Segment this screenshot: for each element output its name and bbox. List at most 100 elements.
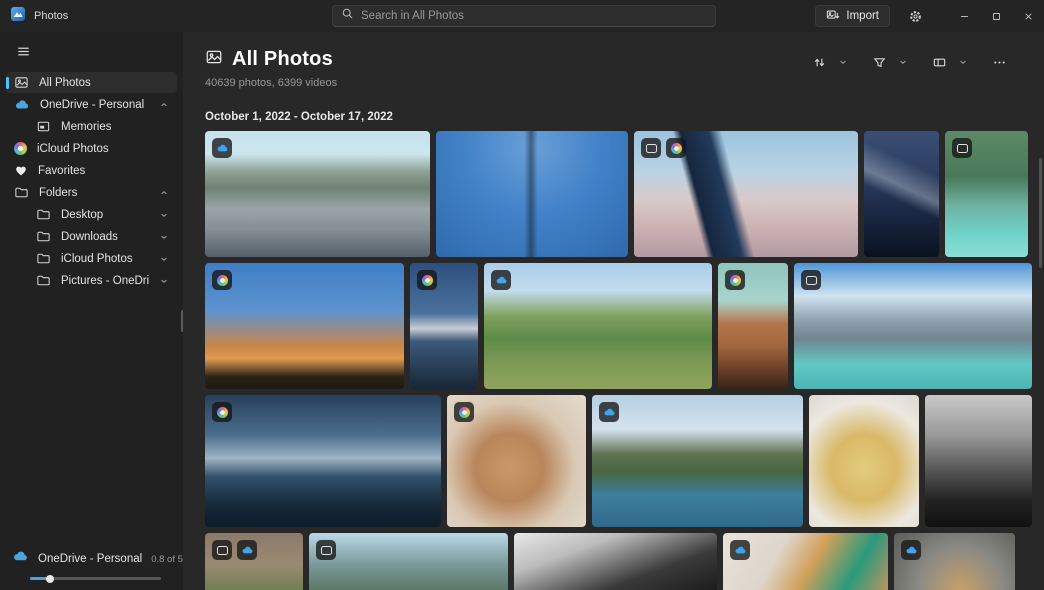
photo-tile-pie-and-latte[interactable] [723,533,888,590]
tile-badges [901,540,921,560]
menu-toggle-button[interactable] [8,38,38,64]
folder-icon [36,273,51,288]
frame-badge-icon [952,138,972,158]
maximize-button[interactable] [980,0,1012,32]
onedrive-badge-icon [599,402,619,422]
photo-tile-carousel-ride-blue-sky[interactable] [436,131,628,257]
storage-progress-fill [30,577,51,580]
photo-tile-puppy-autumn-leaves[interactable] [894,533,1015,590]
chevron-up-icon[interactable] [159,100,177,110]
tile-badges [599,402,619,422]
chevron-down-icon[interactable] [159,276,177,286]
tile-badges [491,270,511,290]
tile-badges [801,270,821,290]
main-content: All Photos 40639 photos, 6399 videos Oct… [183,32,1044,590]
onedrive-badge-icon [212,138,232,158]
chevron-up-icon[interactable] [159,188,177,198]
photo-tile-desert-cliff-shadow[interactable] [718,263,788,389]
storage-progress-track [30,577,161,580]
photo-tile-houseplant-shelf[interactable] [205,533,303,590]
layout-chevron-icon[interactable] [952,50,974,74]
tile-badges [212,138,232,158]
sidebar-item-desktop[interactable]: Desktop [6,204,177,225]
tile-badges [641,138,686,158]
frame-badge-icon [212,540,232,560]
sidebar-item-favorites[interactable]: Favorites [6,160,177,181]
sidebar-item-label: OneDrive - Personal [40,99,144,111]
photo-tile-harbor-sails-night[interactable] [205,395,441,527]
filter-button[interactable] [868,50,890,74]
frame-badge-icon [316,540,336,560]
sidebar-item-onedrive-personal[interactable]: OneDrive - Personal [6,94,177,115]
sidebar-item-icloud-photos[interactable]: iCloud Photos [6,138,177,159]
more-options-button[interactable] [988,50,1010,74]
sidebar-item-all-photos[interactable]: All Photos [6,72,177,93]
icloud-badge-icon [417,270,437,290]
chevron-down-icon[interactable] [159,232,177,242]
sidebar-item-downloads[interactable]: Downloads [6,226,177,247]
all-photos-icon [205,48,223,71]
vertical-scrollbar[interactable] [1039,158,1042,268]
sidebar-item-label: Desktop [61,209,103,221]
sidebar-item-icloud-photos[interactable]: iCloud Photos [6,248,177,269]
titlebar-actions: Import [815,0,1044,32]
icloud-icon [14,142,27,155]
memories-icon [36,119,51,134]
photos-app-window: Photos Import All Photos OneDrive - Perso… [0,0,1044,590]
photo-tile-storm-cloud[interactable] [925,395,1032,527]
sidebar-item-label: Pictures - OneDrive Personal [61,275,149,287]
photo-tile-puppy-on-bed[interactable] [447,395,586,527]
sidebar-item-label: Favorites [38,165,85,177]
photo-tile-city-skyline-with-mountains[interactable] [205,131,430,257]
photo-grid [205,131,1032,590]
chevron-down-icon[interactable] [159,210,177,220]
search-bar[interactable] [332,5,716,27]
photo-tile-airplane-wing-over-clouds[interactable] [634,131,858,257]
photo-tile-dusk-street-bare-trees[interactable] [205,263,404,389]
tile-badges [212,402,232,422]
search-input[interactable] [361,10,707,22]
import-button[interactable]: Import [815,5,890,27]
tile-badges [454,402,474,422]
folder-icon [36,251,51,266]
library-counts: 40639 photos, 6399 videos [205,77,1044,89]
close-button[interactable] [1012,0,1044,32]
photo-tile-forest-tall-trees[interactable] [309,533,508,590]
filter-chevron-icon[interactable] [892,50,914,74]
photo-tile-pasta-plate[interactable] [809,395,919,527]
sidebar-item-folders[interactable]: Folders [6,182,177,203]
tile-badges [730,540,750,560]
sort-chevron-icon[interactable] [832,50,854,74]
layout-button[interactable] [928,50,950,74]
icloud-badge-icon [212,402,232,422]
photo-tile-lake-with-hills[interactable] [592,395,803,527]
onedrive-badge-icon [237,540,257,560]
frame-badge-icon [801,270,821,290]
storage-meter[interactable]: OneDrive - Personal 0.8 of 5.0 GB [0,548,183,580]
minimize-button[interactable] [948,0,980,32]
settings-button[interactable] [900,3,930,29]
date-range-header[interactable]: October 1, 2022 - October 17, 2022 [205,111,1044,123]
onedrive-cloud-icon [12,548,29,570]
icloud-badge-icon [725,270,745,290]
sidebar-item-memories[interactable]: Memories [6,116,177,137]
photo-tile-green-valley-olive-trees[interactable] [484,263,712,389]
sidebar-item-pictures-onedrive-personal[interactable]: Pictures - OneDrive Personal [6,270,177,291]
titlebar: Photos Import [0,0,1044,32]
search-icon [341,7,354,25]
sort-button[interactable] [808,50,830,74]
photo-tile-night-sky-stars[interactable] [864,131,939,257]
photo-tile-black-white-wave[interactable] [514,533,717,590]
photo-tile-river-at-dusk[interactable] [410,263,478,389]
photo-tile-forest-bridge-turquoise-river[interactable] [945,131,1028,257]
app-title: Photos [34,10,68,22]
frame-badge-icon [641,138,661,158]
photo-tile-mountain-lake-turquoise[interactable] [794,263,1032,389]
chevron-down-icon[interactable] [159,254,177,264]
onedrive-badge-icon [901,540,921,560]
photo-grid-row [205,533,1032,590]
sidebar-item-label: Downloads [61,231,118,243]
import-label: Import [846,10,879,22]
folder-icon [36,229,51,244]
sidebar-item-label: iCloud Photos [37,143,109,155]
